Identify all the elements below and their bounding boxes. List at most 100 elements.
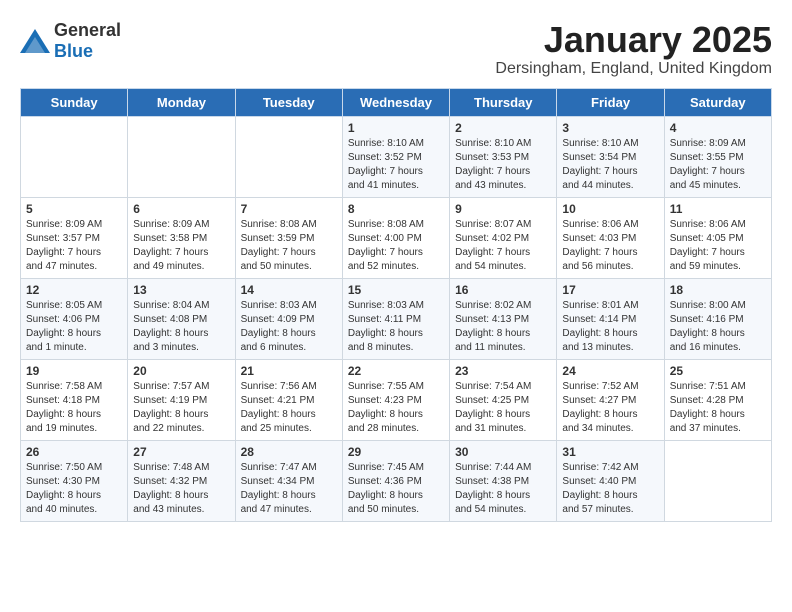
day-number: 16 — [455, 283, 551, 297]
cell-content: Sunrise: 7:56 AMSunset: 4:21 PMDaylight:… — [241, 380, 337, 436]
calendar-week-5: 26 Sunrise: 7:50 AMSunset: 4:30 PMDayligh… — [21, 440, 772, 521]
day-number: 13 — [133, 283, 229, 297]
calendar-cell: 5 Sunrise: 8:09 AMSunset: 3:57 PMDaylight… — [21, 197, 128, 278]
cell-content: Sunrise: 7:48 AMSunset: 4:32 PMDaylight:… — [133, 461, 229, 517]
calendar-header: Sunday Monday Tuesday Wednesday Thursday… — [21, 88, 772, 116]
cell-content: Sunrise: 8:05 AMSunset: 4:06 PMDaylight:… — [26, 299, 122, 355]
cell-content: Sunrise: 8:01 AMSunset: 4:14 PMDaylight:… — [562, 299, 658, 355]
day-number: 9 — [455, 202, 551, 216]
day-number: 7 — [241, 202, 337, 216]
cell-content: Sunrise: 8:06 AMSunset: 4:05 PMDaylight:… — [670, 218, 766, 274]
header-thursday: Thursday — [450, 88, 557, 116]
day-number: 2 — [455, 121, 551, 135]
day-number: 10 — [562, 202, 658, 216]
calendar-cell: 3Sunrise: 8:10 AMSunset: 3:54 PMDaylight… — [557, 116, 664, 197]
day-number: 26 — [26, 445, 122, 459]
calendar-cell — [235, 116, 342, 197]
day-number: 5 — [26, 202, 122, 216]
calendar-cell: 18 Sunrise: 8:00 AMSunset: 4:16 PMDayligh… — [664, 278, 771, 359]
calendar-table: Sunday Monday Tuesday Wednesday Thursday… — [20, 88, 772, 522]
calendar-cell: 25 Sunrise: 7:51 AMSunset: 4:28 PMDayligh… — [664, 359, 771, 440]
calendar-body: 1Sunrise: 8:10 AMSunset: 3:52 PMDaylight… — [21, 116, 772, 521]
month-title: January 2025 — [495, 20, 772, 60]
calendar-cell — [21, 116, 128, 197]
day-number: 31 — [562, 445, 658, 459]
calendar-cell: 13Sunrise: 8:04 AMSunset: 4:08 PMDayligh… — [128, 278, 235, 359]
cell-content: Sunrise: 7:47 AMSunset: 4:34 PMDaylight:… — [241, 461, 337, 517]
day-number: 8 — [348, 202, 444, 216]
calendar-cell: 28 Sunrise: 7:47 AMSunset: 4:34 PMDayligh… — [235, 440, 342, 521]
day-number: 6 — [133, 202, 229, 216]
day-number: 22 — [348, 364, 444, 378]
day-number: 23 — [455, 364, 551, 378]
cell-content: Sunrise: 7:44 AMSunset: 4:38 PMDaylight:… — [455, 461, 551, 517]
logo-text: General Blue — [54, 20, 121, 62]
cell-content: Sunrise: 8:06 AMSunset: 4:03 PMDaylight:… — [562, 218, 658, 274]
calendar-week-2: 5 Sunrise: 8:09 AMSunset: 3:57 PMDaylight… — [21, 197, 772, 278]
calendar-cell — [664, 440, 771, 521]
day-number: 19 — [26, 364, 122, 378]
calendar-cell: 31 Sunrise: 7:42 AMSunset: 4:40 PMDayligh… — [557, 440, 664, 521]
calendar-cell: 9 Sunrise: 8:07 AMSunset: 4:02 PMDaylight… — [450, 197, 557, 278]
day-number: 30 — [455, 445, 551, 459]
calendar-cell: 26 Sunrise: 7:50 AMSunset: 4:30 PMDayligh… — [21, 440, 128, 521]
header-wednesday: Wednesday — [342, 88, 449, 116]
calendar-cell: 10 Sunrise: 8:06 AMSunset: 4:03 PMDayligh… — [557, 197, 664, 278]
day-number: 18 — [670, 283, 766, 297]
day-number: 29 — [348, 445, 444, 459]
day-number: 4 — [670, 121, 766, 135]
calendar-cell: 4 Sunrise: 8:09 AMSunset: 3:55 PMDaylight… — [664, 116, 771, 197]
cell-content: Sunrise: 8:00 AMSunset: 4:16 PMDaylight:… — [670, 299, 766, 355]
day-number: 1 — [348, 121, 444, 135]
header-monday: Monday — [128, 88, 235, 116]
calendar-cell: 15Sunrise: 8:03 AMSunset: 4:11 PMDayligh… — [342, 278, 449, 359]
cell-content: Sunrise: 7:51 AMSunset: 4:28 PMDaylight:… — [670, 380, 766, 436]
calendar-cell: 19 Sunrise: 7:58 AMSunset: 4:18 PMDayligh… — [21, 359, 128, 440]
logo-general: General — [54, 20, 121, 40]
cell-content: Sunrise: 8:08 AMSunset: 3:59 PMDaylight:… — [241, 218, 337, 274]
calendar-cell: 8Sunrise: 8:08 AMSunset: 4:00 PMDaylight… — [342, 197, 449, 278]
calendar-cell: 21 Sunrise: 7:56 AMSunset: 4:21 PMDayligh… — [235, 359, 342, 440]
calendar-cell: 16Sunrise: 8:02 AMSunset: 4:13 PMDayligh… — [450, 278, 557, 359]
cell-content: Sunrise: 8:10 AMSunset: 3:53 PMDaylight:… — [455, 137, 551, 193]
day-number: 14 — [241, 283, 337, 297]
cell-content: Sunrise: 8:07 AMSunset: 4:02 PMDaylight:… — [455, 218, 551, 274]
calendar-week-3: 12Sunrise: 8:05 AMSunset: 4:06 PMDayligh… — [21, 278, 772, 359]
calendar-week-4: 19 Sunrise: 7:58 AMSunset: 4:18 PMDayligh… — [21, 359, 772, 440]
cell-content: Sunrise: 7:45 AMSunset: 4:36 PMDaylight:… — [348, 461, 444, 517]
day-number: 27 — [133, 445, 229, 459]
calendar-cell: 1Sunrise: 8:10 AMSunset: 3:52 PMDaylight… — [342, 116, 449, 197]
logo-icon — [20, 29, 50, 53]
calendar-cell — [128, 116, 235, 197]
header-tuesday: Tuesday — [235, 88, 342, 116]
day-number: 20 — [133, 364, 229, 378]
cell-content: Sunrise: 7:42 AMSunset: 4:40 PMDaylight:… — [562, 461, 658, 517]
calendar-cell: 24 Sunrise: 7:52 AMSunset: 4:27 PMDayligh… — [557, 359, 664, 440]
cell-content: Sunrise: 7:50 AMSunset: 4:30 PMDaylight:… — [26, 461, 122, 517]
calendar-cell: 2 Sunrise: 8:10 AMSunset: 3:53 PMDaylight… — [450, 116, 557, 197]
day-number: 21 — [241, 364, 337, 378]
cell-content: Sunrise: 7:52 AMSunset: 4:27 PMDaylight:… — [562, 380, 658, 436]
calendar-week-1: 1Sunrise: 8:10 AMSunset: 3:52 PMDaylight… — [21, 116, 772, 197]
day-number: 28 — [241, 445, 337, 459]
cell-content: Sunrise: 8:09 AMSunset: 3:57 PMDaylight:… — [26, 218, 122, 274]
cell-content: Sunrise: 8:09 AMSunset: 3:58 PMDaylight:… — [133, 218, 229, 274]
title-area: January 2025 Dersingham, England, United… — [495, 20, 772, 78]
calendar-cell: 17Sunrise: 8:01 AMSunset: 4:14 PMDayligh… — [557, 278, 664, 359]
logo: General Blue — [20, 20, 121, 62]
header-friday: Friday — [557, 88, 664, 116]
cell-content: Sunrise: 7:54 AMSunset: 4:25 PMDaylight:… — [455, 380, 551, 436]
day-number: 3 — [562, 121, 658, 135]
calendar-cell: 11Sunrise: 8:06 AMSunset: 4:05 PMDayligh… — [664, 197, 771, 278]
header-row: Sunday Monday Tuesday Wednesday Thursday… — [21, 88, 772, 116]
cell-content: Sunrise: 7:58 AMSunset: 4:18 PMDaylight:… — [26, 380, 122, 436]
calendar-cell: 29 Sunrise: 7:45 AMSunset: 4:36 PMDayligh… — [342, 440, 449, 521]
day-number: 24 — [562, 364, 658, 378]
cell-content: Sunrise: 8:03 AMSunset: 4:09 PMDaylight:… — [241, 299, 337, 355]
cell-content: Sunrise: 8:09 AMSunset: 3:55 PMDaylight:… — [670, 137, 766, 193]
header-sunday: Sunday — [21, 88, 128, 116]
calendar-cell: 20Sunrise: 7:57 AMSunset: 4:19 PMDayligh… — [128, 359, 235, 440]
calendar-cell: 27 Sunrise: 7:48 AMSunset: 4:32 PMDayligh… — [128, 440, 235, 521]
calendar-cell: 12Sunrise: 8:05 AMSunset: 4:06 PMDayligh… — [21, 278, 128, 359]
day-number: 25 — [670, 364, 766, 378]
